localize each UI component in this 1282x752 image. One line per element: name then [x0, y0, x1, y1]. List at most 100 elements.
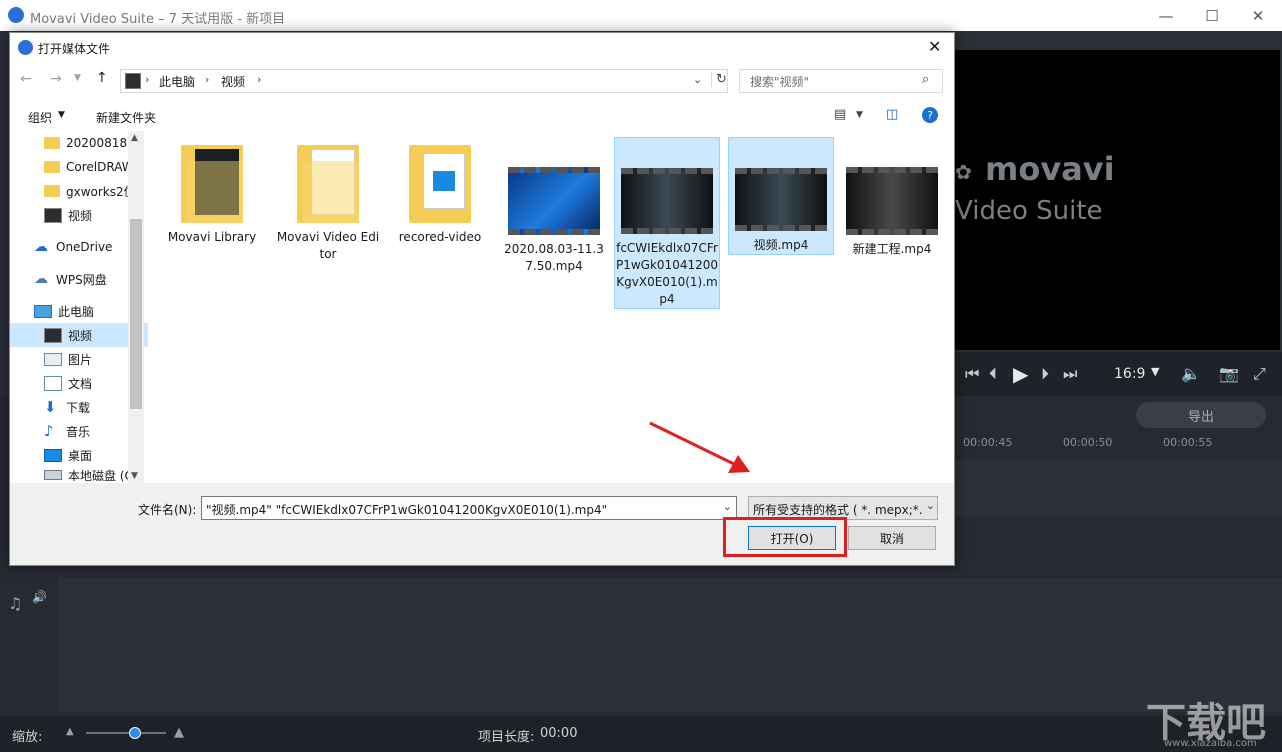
refresh-icon[interactable]: ↻: [711, 72, 727, 87]
preview-pane-icon[interactable]: ◫: [886, 107, 898, 122]
nav-label: 视频: [68, 208, 93, 223]
skip-start-icon[interactable]: ⏮: [965, 364, 979, 384]
chevron-down-icon: ⌄: [923, 499, 935, 512]
video-thumbnail: [846, 167, 938, 235]
nav-scrollbar[interactable]: ▲ ▼: [128, 131, 144, 483]
nav-label: WPS网盘: [56, 272, 107, 287]
zoom-slider[interactable]: [86, 732, 166, 734]
zoom-slider-handle[interactable]: [129, 727, 141, 739]
cancel-button[interactable]: 取消: [848, 526, 936, 550]
folder-icon: [44, 185, 60, 197]
search-input[interactable]: 搜索"视频": [750, 73, 809, 90]
chevron-down-icon[interactable]: ▼: [856, 110, 863, 120]
open-label: 打开(O): [770, 531, 814, 546]
view-options-icon[interactable]: ▤: [834, 107, 846, 122]
video-thumbnail: [621, 168, 713, 234]
nav-label: 文档: [68, 376, 93, 391]
documents-icon: [44, 375, 62, 391]
desktop-icon: [44, 448, 62, 462]
ruler-tick: 00:00:55: [1163, 436, 1213, 449]
file-name: 2020.08.03-11.37.50.mp4: [504, 242, 604, 273]
file-item[interactable]: Movavi Library: [160, 137, 264, 307]
maximize-button[interactable]: ☐: [1189, 0, 1235, 31]
skip-end-icon[interactable]: ⏭: [1063, 364, 1077, 384]
file-item[interactable]: 新建工程.mp4: [840, 137, 944, 307]
nav-label: 下载: [66, 400, 91, 415]
brand-line1: movavi: [985, 150, 1115, 188]
file-item[interactable]: Movavi Video Editor: [276, 137, 380, 307]
up-arrow-icon[interactable]: ↑: [96, 70, 108, 86]
ruler-tick: 00:00:45: [963, 436, 1013, 449]
file-name: Movavi Library: [167, 230, 257, 244]
dialog-title: 打开媒体文件: [38, 42, 111, 56]
nav-label: 视频: [68, 328, 93, 343]
open-media-dialog: 打开媒体文件 ✕ ← → ▼ ↑ › 此电脑 › 视频 › ⌄ ↻ 搜索"视频"…: [9, 32, 955, 566]
breadcrumb-this-pc[interactable]: 此电脑: [159, 73, 195, 90]
file-item[interactable]: 2020.08.03-11.37.50.mp4: [502, 137, 606, 307]
app-title: Movavi Video Suite – 7 天试用版 - 新项目: [30, 12, 286, 27]
address-bar[interactable]: › 此电脑 › 视频 › ⌄ ↻: [120, 69, 728, 93]
snapshot-icon[interactable]: 📷: [1219, 364, 1239, 383]
search-box[interactable]: 搜索"视频" ⌕: [739, 69, 943, 93]
player-controls: ⏮ ⏴ ▶ ⏵ ⏭ 16:9 ▼ 🔈 📷 ⤢: [955, 352, 1282, 396]
timeline-ruler: 00:00:45 00:00:50 00:00:55: [955, 430, 1282, 460]
watermark-url: www.xiazaiba.com: [1164, 738, 1257, 749]
pictures-icon: [44, 352, 62, 366]
scrollbar-thumb[interactable]: [130, 219, 142, 409]
zoom-out-icon[interactable]: ▲: [66, 726, 74, 737]
file-item-selected[interactable]: fcCWIEkdlx07CFrP1wGk01041200KgvX0E010(1)…: [614, 137, 720, 309]
folder-icon: [409, 145, 471, 223]
breadcrumb-separator-icon: ›: [257, 73, 262, 86]
chevron-down-icon[interactable]: ⌄: [723, 500, 732, 513]
organize-button[interactable]: 组织: [28, 109, 52, 126]
scroll-down-icon[interactable]: ▼: [131, 471, 138, 481]
volume-icon[interactable]: 🔈: [1181, 364, 1201, 383]
minimize-button[interactable]: —: [1143, 0, 1189, 31]
file-name: 视频.mp4: [753, 238, 809, 252]
movavi-mark-icon: ✿: [955, 160, 972, 184]
folder-icon: [44, 137, 60, 149]
open-button[interactable]: 打开(O): [748, 526, 836, 550]
ruler-tick: 00:00:50: [1063, 436, 1113, 449]
history-chevron-icon[interactable]: ▼: [74, 73, 81, 83]
cloud-icon: ☁: [34, 271, 48, 287]
aspect-ratio-select[interactable]: 16:9: [1114, 366, 1145, 382]
annotation-arrow-icon: [649, 421, 750, 473]
folder-icon: [181, 145, 243, 223]
scroll-up-icon[interactable]: ▲: [131, 133, 138, 143]
breadcrumb-videos[interactable]: 视频: [221, 73, 245, 90]
audio-track[interactable]: [58, 578, 1282, 712]
fullscreen-icon[interactable]: ⤢: [1253, 364, 1266, 384]
file-list: Movavi Library Movavi Video Editor recor…: [148, 131, 954, 483]
new-folder-button[interactable]: 新建文件夹: [96, 109, 156, 126]
nav-label: 图片: [68, 352, 93, 367]
help-icon[interactable]: ?: [922, 107, 938, 123]
back-arrow-icon[interactable]: ←: [20, 71, 32, 87]
close-window-button[interactable]: ✕: [1235, 0, 1281, 31]
cloud-icon: ☁: [34, 239, 48, 255]
next-frame-icon[interactable]: ⏵: [1041, 364, 1049, 384]
file-item-selected[interactable]: 视频.mp4: [728, 137, 834, 255]
filename-input[interactable]: "视频.mp4" "fcCWIEkdlx07CFrP1wGk01041200Kg…: [201, 496, 737, 520]
play-icon[interactable]: ▶: [1013, 362, 1028, 386]
prev-frame-icon[interactable]: ⏴: [989, 364, 997, 384]
export-label: 导出: [1187, 409, 1214, 425]
zoom-in-icon[interactable]: ▲: [174, 725, 184, 740]
address-dropdown-icon[interactable]: ⌄: [693, 73, 702, 86]
export-button[interactable]: 导出: [1136, 402, 1266, 428]
dialog-close-button[interactable]: ✕: [928, 37, 941, 56]
forward-arrow-icon[interactable]: →: [50, 71, 62, 87]
nav-label: 桌面: [68, 448, 93, 463]
nav-label: gxworks2仿: [66, 184, 136, 199]
file-item[interactable]: recored-video: [388, 137, 492, 307]
breadcrumb-separator-icon: ›: [205, 73, 210, 86]
speaker-icon[interactable]: 🔊: [32, 590, 47, 604]
file-name: 新建工程.mp4: [852, 242, 932, 256]
folder-icon: [44, 161, 60, 173]
dialog-titlebar: 打开媒体文件 ✕: [10, 33, 954, 63]
project-length-label: 项目长度:: [478, 730, 535, 745]
drive-icon: [44, 470, 62, 480]
video-folder-icon: [125, 73, 141, 89]
video-folder-icon: [44, 207, 62, 223]
video-thumbnail: [735, 168, 827, 231]
